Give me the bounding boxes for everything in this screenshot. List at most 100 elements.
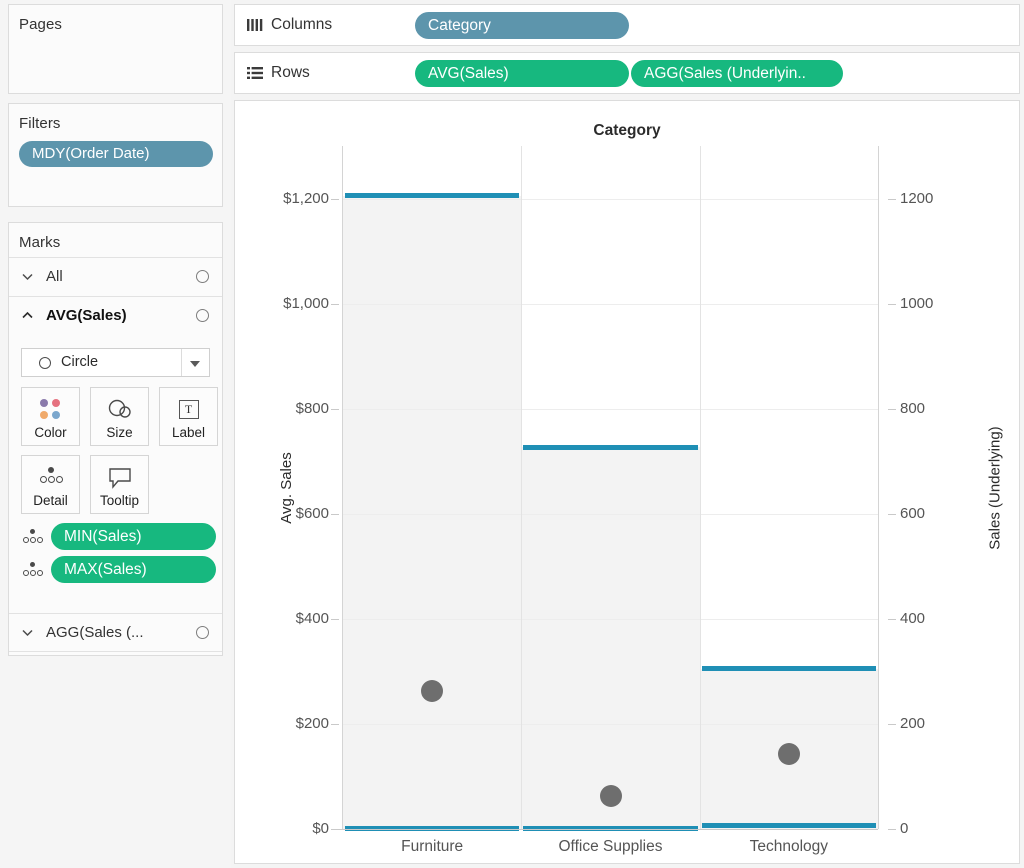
chevron-up-icon[interactable] (21, 309, 34, 322)
y2-axis-tick-mark (888, 198, 896, 200)
tooltip-button-label: Tooltip (99, 493, 140, 508)
gantt-mark[interactable] (345, 193, 520, 199)
columns-icon (246, 16, 264, 34)
pages-card-title: Pages (19, 16, 63, 33)
gridline (343, 408, 878, 410)
plot-area[interactable] (343, 146, 878, 831)
gridline (343, 303, 878, 305)
detail-dots-icon (22, 465, 79, 491)
x-axis-tick-label[interactable]: Technology (700, 838, 878, 856)
marks-group-agg-sales-indicator[interactable] (196, 626, 209, 639)
y2-axis-tick-label: 1000 (900, 294, 934, 312)
y-axis-tick-label: $1,000 (283, 294, 329, 312)
gridline (343, 723, 878, 725)
y-axis-tick-label: $200 (295, 714, 329, 732)
chevron-down-icon[interactable] (21, 626, 34, 639)
y2-axis-tick-label: 800 (900, 399, 926, 417)
y2-axis-tick-label: 600 (900, 504, 926, 522)
circle-mark[interactable] (599, 784, 622, 807)
marks-pill-max-sales-label[interactable]: MAX(Sales) (51, 556, 216, 583)
y2-axis-tick-mark (888, 829, 896, 830)
y-axis-tick-mark (331, 303, 339, 305)
y-axis-tick-mark (331, 723, 339, 725)
y2-axis-tick-mark (888, 723, 896, 725)
marks-pill-min-sales-label[interactable]: MIN(Sales) (51, 523, 216, 550)
columns-shelf-label: Columns (271, 16, 333, 33)
marks-group-all-indicator[interactable] (196, 270, 209, 283)
y2-axis-tick-mark (888, 618, 896, 620)
y-axis-tick-label: $0 (312, 820, 329, 837)
label-button[interactable]: T Label (159, 387, 218, 446)
circle-mark[interactable] (777, 742, 800, 765)
detail-dots-icon (21, 562, 45, 577)
y2-axis-tick-mark (888, 513, 896, 515)
panel-separator (699, 146, 701, 829)
color-button[interactable]: Color (21, 387, 80, 446)
y-axis-left[interactable]: $0 $200 $400 $600 $800 $1,000 $1,200 (235, 146, 343, 837)
gridline (343, 513, 878, 515)
filters-card[interactable]: Filters MDY(Order Date) (8, 103, 223, 207)
color-button-label: Color (34, 425, 67, 440)
y-axis-tick-label: $1,200 (283, 189, 329, 207)
columns-shelf[interactable]: Columns Category (234, 4, 1020, 46)
marks-card: Marks All AVG(Sales) Circle Color Size T… (8, 222, 223, 656)
detail-dots-icon (21, 529, 45, 544)
marks-group-all[interactable]: All (9, 257, 222, 296)
label-text-icon: T (160, 397, 217, 423)
columns-pill-category[interactable]: Category (415, 12, 629, 39)
y-axis-tick-mark (331, 408, 339, 410)
chart-panel (343, 195, 522, 829)
gantt-mark[interactable] (701, 666, 876, 672)
x-axis-tick-label[interactable]: Furniture (343, 838, 521, 856)
y2-axis-tick-label: 1200 (900, 189, 934, 207)
y-axis-tick-label: $400 (295, 609, 329, 627)
mark-type-value: Circle (61, 354, 99, 370)
y2-axis-tick-label: 200 (900, 714, 926, 732)
marks-group-avg-sales-indicator[interactable] (196, 309, 209, 322)
y2-axis-tick-label: 0 (900, 820, 909, 837)
label-button-label: Label (171, 425, 206, 440)
y2-axis-tick-mark (888, 303, 896, 305)
size-button[interactable]: Size (90, 387, 149, 446)
y-axis-tick-label: $600 (295, 504, 329, 522)
detail-button[interactable]: Detail (21, 455, 80, 514)
x-axis-tick-label[interactable]: Office Supplies (521, 838, 699, 856)
marks-pill-max-sales[interactable]: MAX(Sales) (21, 556, 221, 585)
y-axis-tick-mark (331, 618, 339, 620)
gantt-mark[interactable] (523, 444, 698, 450)
y2-axis-tick-mark (888, 408, 896, 410)
gridline (343, 198, 878, 200)
size-button-label: Size (106, 425, 133, 440)
rows-shelf[interactable]: Rows AVG(Sales) AGG(Sales (Underlyin.. (234, 52, 1020, 94)
filters-card-title: Filters (19, 115, 61, 132)
y2-axis-title-wrap: Sales (Underlying) (980, 146, 1010, 829)
rows-pill-avg-sales[interactable]: AVG(Sales) (415, 60, 629, 87)
marks-group-avg-sales-label: AVG(Sales) (46, 307, 127, 324)
tableau-worksheet: Pages Filters MDY(Order Date) Marks All … (0, 0, 1024, 868)
marks-group-avg-sales[interactable]: AVG(Sales) (9, 296, 222, 335)
circle-mark-icon (39, 357, 51, 369)
chart-title: Category (593, 122, 661, 139)
mark-type-dropdown[interactable]: Circle (21, 348, 210, 377)
gantt-mark[interactable] (701, 822, 876, 828)
y2-axis-title: Sales (Underlying) (986, 425, 1004, 550)
marks-pill-min-sales[interactable]: MIN(Sales) (21, 523, 221, 552)
rows-shelf-label: Rows (271, 64, 310, 81)
left-panel: Pages Filters MDY(Order Date) Marks All … (0, 0, 231, 868)
tooltip-button[interactable]: Tooltip (90, 455, 149, 514)
color-palette-icon (22, 397, 79, 423)
x-axis-line (343, 829, 878, 830)
chevron-down-icon[interactable] (21, 270, 34, 283)
y2-axis-tick-label: 400 (900, 609, 926, 627)
y2-axis-line (878, 146, 879, 829)
chevron-down-icon[interactable] (181, 349, 209, 376)
marks-group-agg-sales-label: AGG(Sales (... (46, 624, 144, 641)
chart-panel (521, 447, 700, 829)
detail-button-label: Detail (33, 493, 68, 508)
size-circles-icon (91, 397, 148, 423)
rows-pill-agg-sales[interactable]: AGG(Sales (Underlyin.. (631, 60, 843, 87)
marks-group-agg-sales[interactable]: AGG(Sales (... (9, 613, 222, 652)
marks-group-all-label: All (46, 268, 63, 285)
pages-card[interactable]: Pages (8, 4, 223, 94)
filter-pill-order-date[interactable]: MDY(Order Date) (19, 141, 213, 167)
